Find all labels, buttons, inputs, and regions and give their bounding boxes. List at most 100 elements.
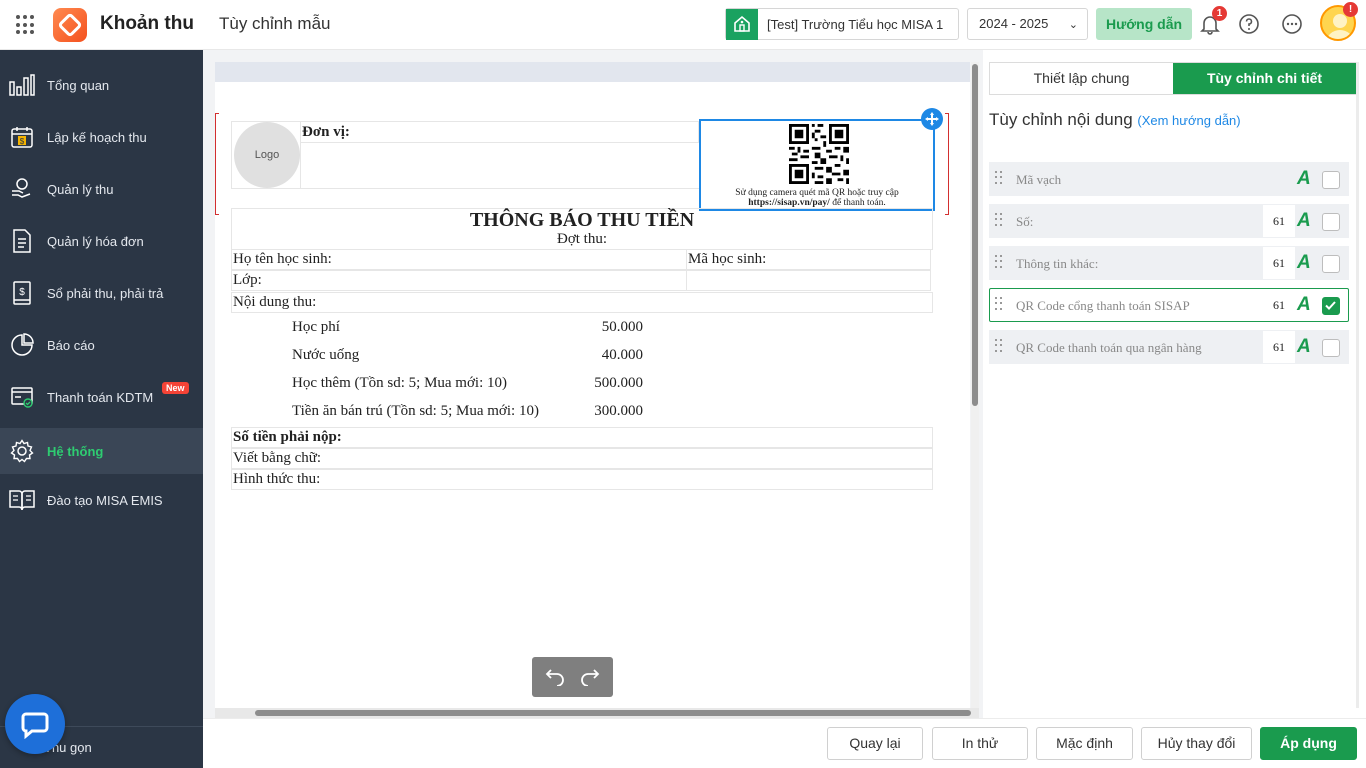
undo-icon[interactable] xyxy=(544,666,566,689)
help-button[interactable] xyxy=(1237,12,1261,36)
document-title: THÔNG BÁO THU TIỀN xyxy=(469,209,695,231)
in-words-label[interactable]: Viết bằng chữ: xyxy=(231,448,933,469)
sidebar-item-label: Quản lý hóa đơn xyxy=(47,233,144,249)
sidebar-item-system[interactable]: Hệ thống xyxy=(0,428,203,474)
class-label[interactable]: Lớp: xyxy=(231,270,687,291)
option-checkbox[interactable] xyxy=(1322,213,1340,231)
fee-amount: 50.000 xyxy=(601,319,643,335)
student-name-label[interactable]: Họ tên học sinh: xyxy=(231,249,687,270)
option-row-other-info[interactable]: Thông tin khác: 61 A xyxy=(989,246,1349,280)
collection-period-label: Đợt thu: xyxy=(556,231,608,247)
drag-handle-icon[interactable] xyxy=(995,297,1003,311)
panel-scrollbar[interactable] xyxy=(1356,62,1359,708)
payment-method-label[interactable]: Hình thức thu: xyxy=(231,469,933,490)
tab-detail-customize[interactable]: Tùy chỉnh chi tiết xyxy=(1173,63,1356,94)
school-year-select[interactable]: 2024 - 2025 ⌄ xyxy=(967,8,1088,40)
horizontal-scrollbar[interactable] xyxy=(215,708,979,718)
guide-button[interactable]: Hướng dẫn xyxy=(1096,8,1192,40)
total-label[interactable]: Số tiền phải nộp: xyxy=(231,427,933,448)
sidebar-item-payment[interactable]: Thanh toán KDTM New xyxy=(0,374,203,420)
sidebar-item-ledger[interactable]: $ Sổ phải thu, phải trả xyxy=(0,270,203,316)
option-row-qr-sisap[interactable]: QR Code cổng thanh toán SISAP 61 A xyxy=(989,288,1349,322)
sidebar-item-invoice[interactable]: Quản lý hóa đơn xyxy=(0,218,203,264)
selection-bracket-right xyxy=(945,113,949,215)
fee-name: Tiền ăn bán trú (Tồn sd: 5; Mua mới: 10) xyxy=(292,403,539,419)
unit-label[interactable]: Đơn vị: xyxy=(301,121,699,143)
chat-support-button[interactable] xyxy=(5,694,65,754)
font-style-icon[interactable]: A xyxy=(1297,337,1311,356)
option-size-input[interactable]: 61 xyxy=(1263,247,1295,279)
help-icon xyxy=(1239,14,1259,34)
font-style-icon[interactable]: A xyxy=(1297,253,1311,272)
app-logo xyxy=(53,8,87,42)
school-name: [Test] Trường Tiểu học MISA 1 xyxy=(767,16,944,32)
sidebar-item-label: Báo cáo xyxy=(47,337,95,353)
option-label: QR Code thanh toán qua ngân hàng xyxy=(1016,340,1202,355)
ledger-icon: $ xyxy=(9,280,35,306)
redo-icon[interactable] xyxy=(579,666,601,689)
school-selector[interactable]: [Test] Trường Tiểu học MISA 1 xyxy=(725,8,959,40)
option-checkbox[interactable] xyxy=(1322,255,1340,273)
option-size-input[interactable]: 61 xyxy=(1263,331,1295,363)
app-grid-icon[interactable] xyxy=(16,15,36,35)
sidebar-item-training[interactable]: Đào tạo MISA EMIS xyxy=(0,477,203,523)
sidebar-item-label: Thanh toán KDTM xyxy=(47,389,154,405)
option-checkbox[interactable] xyxy=(1322,339,1340,357)
qr-instruction-line1: Sử dụng camera quét mã QR hoặc truy cập xyxy=(735,188,899,198)
logo-text: Logo xyxy=(234,122,300,188)
fee-amount: 500.000 xyxy=(594,375,643,391)
scrollbar-thumb[interactable] xyxy=(255,710,971,716)
scrollbar-thumb[interactable] xyxy=(972,64,978,406)
apply-button[interactable]: Áp dụng xyxy=(1260,727,1357,760)
font-style-icon[interactable]: A xyxy=(1297,295,1311,314)
option-row-qr-bank[interactable]: QR Code thanh toán qua ngân hàng 61 A xyxy=(989,330,1349,364)
option-label: QR Code cổng thanh toán SISAP xyxy=(1016,298,1190,313)
option-size-input[interactable]: 61 xyxy=(1263,205,1295,237)
drag-handle-icon[interactable] xyxy=(995,171,1003,185)
sidebar-item-plan[interactable]: $ Lập kế hoạch thu xyxy=(0,114,203,160)
font-style-icon[interactable]: A xyxy=(1297,169,1311,188)
drag-handle-icon[interactable] xyxy=(995,213,1003,227)
drag-handle-icon[interactable] xyxy=(995,339,1003,353)
discard-changes-button[interactable]: Hủy thay đổi xyxy=(1141,727,1252,760)
sidebar-item-collect[interactable]: Quản lý thu xyxy=(0,166,203,212)
sidebar-item-label: Quản lý thu xyxy=(47,181,114,197)
option-checkbox-checked[interactable] xyxy=(1322,297,1340,315)
option-size-input[interactable]: 61 xyxy=(1263,289,1295,321)
back-button[interactable]: Quay lại xyxy=(827,727,923,760)
content-label[interactable]: Nội dung thu: xyxy=(231,292,933,313)
drag-handle-icon[interactable] xyxy=(995,255,1003,269)
sidebar-item-report[interactable]: Báo cáo xyxy=(0,322,203,368)
school-icon xyxy=(726,8,758,40)
qr-instruction: Sử dụng camera quét mã QR hoặc truy cập … xyxy=(701,188,933,208)
sidebar-item-label: Lập kế hoạch thu xyxy=(47,129,147,145)
svg-text:$: $ xyxy=(20,137,25,146)
font-style-icon[interactable]: A xyxy=(1297,211,1311,230)
sidebar-item-overview[interactable]: Tổng quan xyxy=(0,62,203,108)
notification-button[interactable]: 1 xyxy=(1198,6,1227,36)
chevron-down-icon: ⌄ xyxy=(1068,19,1078,31)
gear-icon xyxy=(9,438,35,464)
default-button[interactable]: Mặc định xyxy=(1036,727,1133,760)
svg-text:$: $ xyxy=(19,287,25,298)
sidebar-item-label: Hệ thống xyxy=(47,443,104,459)
page-title: Tùy chỉnh mẫu xyxy=(219,14,331,33)
option-checkbox[interactable] xyxy=(1322,171,1340,189)
unit-value-area[interactable] xyxy=(301,143,699,189)
student-code-label[interactable]: Mã học sinh: xyxy=(686,249,931,270)
qr-code-block[interactable]: Sử dụng camera quét mã QR hoặc truy cập … xyxy=(699,119,935,211)
print-test-button[interactable]: In thử xyxy=(932,727,1028,760)
top-bar: Khoản thu Tùy chỉnh mẫu [Test] Trường Ti… xyxy=(0,0,1366,50)
option-row-barcode[interactable]: Mã vạch A xyxy=(989,162,1349,196)
view-guide-link[interactable]: (Xem hướng dẫn) xyxy=(1137,113,1240,128)
document-title-block[interactable]: THÔNG BÁO THU TIỀN Đợt thu: xyxy=(231,208,933,250)
tab-general-settings[interactable]: Thiết lập chung xyxy=(990,63,1173,94)
pie-chart-icon xyxy=(9,332,35,358)
logo-placeholder[interactable]: Logo xyxy=(231,121,301,189)
invoice-icon xyxy=(9,228,35,254)
sidebar-item-label: Tổng quan xyxy=(47,77,110,93)
vertical-scrollbar[interactable] xyxy=(971,62,979,708)
more-button[interactable] xyxy=(1280,12,1304,36)
option-row-number[interactable]: Số: 61 A xyxy=(989,204,1349,238)
move-handle-icon[interactable] xyxy=(921,108,943,130)
